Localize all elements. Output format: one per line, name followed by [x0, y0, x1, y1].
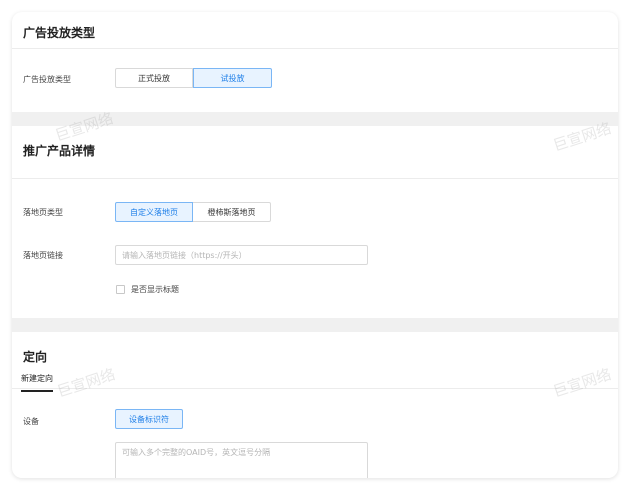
targeting-section-title: 定向 [23, 350, 48, 364]
landing-type-label: 落地页类型 [23, 208, 63, 217]
show-title-label: 是否显示标题 [131, 285, 179, 294]
divider [12, 388, 618, 389]
ad-type-option-trial[interactable]: 试投放 [193, 68, 272, 88]
show-title-checkbox[interactable] [116, 285, 125, 294]
landing-url-label: 落地页链接 [23, 251, 63, 260]
oaid-textarea[interactable] [115, 442, 368, 478]
device-label: 设备 [23, 417, 39, 426]
tab-new-targeting[interactable]: 新建定向 [21, 373, 53, 392]
ad-type-field-label: 广告投放类型 [23, 75, 71, 84]
landing-option-chengshisi[interactable]: 橙柿斯落地页 [193, 202, 271, 222]
landing-option-custom[interactable]: 自定义落地页 [115, 202, 193, 222]
show-title-option[interactable]: 是否显示标题 [116, 284, 179, 295]
ad-type-selector: 正式投放 试投放 [115, 68, 272, 88]
device-id-button[interactable]: 设备标识符 [115, 409, 183, 429]
ad-type-option-formal[interactable]: 正式投放 [115, 68, 193, 88]
landing-url-input[interactable] [115, 245, 368, 265]
divider [12, 178, 618, 179]
ad-type-section-title: 广告投放类型 [23, 26, 96, 40]
promo-detail-card: 推广产品详情 落地页类型 自定义落地页 橙柿斯落地页 落地页链接 是否显示标题 [12, 126, 618, 318]
targeting-card: 定向 新建定向 设备 设备标识符 [12, 332, 618, 478]
promo-section-title: 推广产品详情 [23, 144, 96, 158]
ad-type-card: 广告投放类型 广告投放类型 正式投放 试投放 [12, 12, 618, 112]
landing-type-selector: 自定义落地页 橙柿斯落地页 [115, 202, 271, 222]
page-frame: 广告投放类型 广告投放类型 正式投放 试投放 推广产品详情 落地页类型 自定义落… [12, 12, 618, 478]
divider [12, 48, 618, 49]
